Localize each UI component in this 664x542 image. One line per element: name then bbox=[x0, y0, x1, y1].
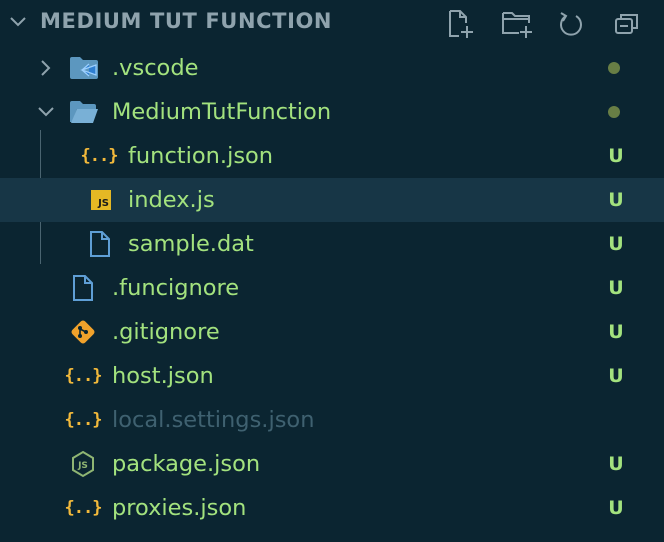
chevron-down-icon[interactable] bbox=[36, 102, 56, 122]
chevron-right-icon[interactable] bbox=[36, 58, 56, 78]
modified-contents-dot bbox=[608, 106, 620, 118]
open-folder-icon bbox=[69, 99, 99, 125]
explorer-section-header[interactable]: MEDIUM TUT FUNCTION bbox=[0, 0, 664, 46]
tree-item-function-json[interactable]: {..} function.json U bbox=[0, 134, 664, 178]
collapse-all-button[interactable] bbox=[612, 8, 642, 40]
json-icon: {..} bbox=[64, 366, 103, 386]
tree-item-label: MediumTutFunction bbox=[112, 99, 332, 125]
untracked-status-badge: U bbox=[608, 453, 624, 475]
new-folder-button[interactable] bbox=[500, 8, 536, 40]
section-title[interactable]: MEDIUM TUT FUNCTION bbox=[40, 9, 332, 33]
untracked-status-badge: U bbox=[608, 497, 624, 519]
chevron-down-icon[interactable] bbox=[8, 12, 28, 32]
tree-item-gitignore[interactable]: .gitignore U bbox=[0, 310, 664, 354]
tree-item-mediumtutfunction-folder[interactable]: MediumTutFunction bbox=[0, 90, 664, 134]
tree-item-label: index.js bbox=[128, 187, 215, 213]
file-icon bbox=[85, 231, 115, 257]
tree-item-funcignore[interactable]: .funcignore U bbox=[0, 266, 664, 310]
new-folder-icon bbox=[502, 12, 532, 38]
untracked-status-badge: U bbox=[608, 233, 624, 255]
tree-item-package-json[interactable]: JS package.json U bbox=[0, 442, 664, 486]
svg-text:JS: JS bbox=[77, 461, 88, 471]
json-icon: {..} bbox=[64, 410, 103, 430]
git-icon bbox=[68, 319, 98, 345]
new-file-icon bbox=[449, 10, 473, 38]
untracked-status-badge: U bbox=[608, 145, 624, 167]
tree-item-label: proxies.json bbox=[112, 495, 247, 521]
untracked-status-badge: U bbox=[608, 277, 624, 299]
tree-item-sample-dat[interactable]: sample.dat U bbox=[0, 222, 664, 266]
untracked-status-badge: U bbox=[608, 189, 624, 211]
new-file-button[interactable] bbox=[446, 8, 476, 40]
refresh-button[interactable] bbox=[556, 8, 586, 40]
tree-item-label: local.settings.json bbox=[112, 407, 315, 433]
collapse-all-icon bbox=[615, 14, 638, 34]
tree-item-label: package.json bbox=[112, 451, 261, 477]
tree-item-local-settings-json[interactable]: {..} local.settings.json bbox=[0, 398, 664, 442]
nodejs-icon: JS bbox=[68, 450, 98, 478]
tree-item-vscode-folder[interactable]: .vscode bbox=[0, 46, 664, 90]
tree-item-proxies-json[interactable]: {..} proxies.json U bbox=[0, 486, 664, 530]
tree-item-label: .funcignore bbox=[112, 275, 240, 301]
json-icon: {..} bbox=[64, 498, 103, 518]
tree-item-label: host.json bbox=[112, 363, 214, 389]
javascript-icon: JS bbox=[86, 187, 116, 213]
vscode-folder-icon bbox=[69, 55, 99, 81]
modified-contents-dot bbox=[608, 62, 620, 74]
tree-item-label: sample.dat bbox=[128, 231, 254, 257]
tree-item-label: .gitignore bbox=[112, 319, 220, 345]
tree-item-index-js[interactable]: JS index.js U bbox=[0, 178, 664, 222]
refresh-icon bbox=[560, 12, 582, 36]
tree-item-host-json[interactable]: {..} host.json U bbox=[0, 354, 664, 398]
file-icon bbox=[68, 275, 98, 301]
tree-item-label: function.json bbox=[128, 143, 274, 169]
file-explorer: MEDIUM TUT FUNCTION .vscode MediumTutFun… bbox=[0, 0, 664, 542]
untracked-status-badge: U bbox=[608, 365, 624, 387]
untracked-status-badge: U bbox=[608, 321, 624, 343]
json-icon: {..} bbox=[80, 146, 119, 166]
tree-item-label: .vscode bbox=[112, 55, 199, 81]
